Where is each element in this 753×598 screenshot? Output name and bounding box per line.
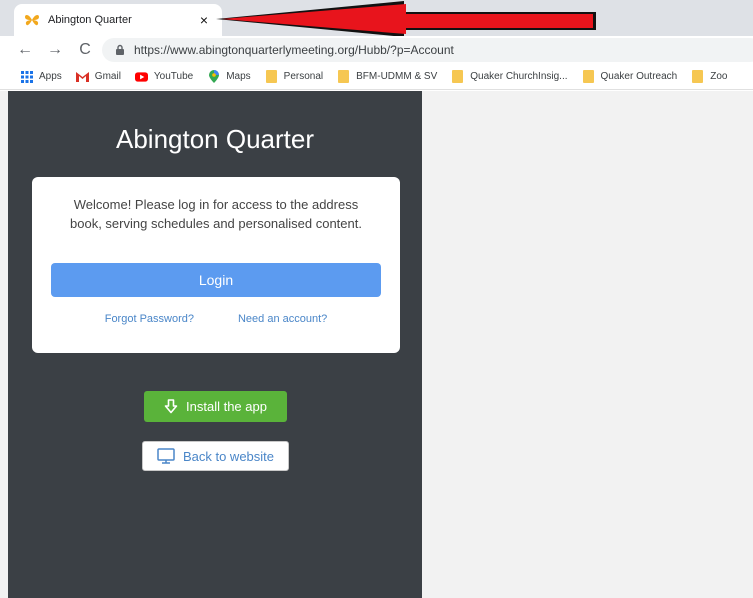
maps-icon bbox=[207, 70, 220, 83]
install-app-button[interactable]: Install the app bbox=[144, 391, 287, 422]
bookmark-gmail[interactable]: Gmail bbox=[75, 70, 121, 83]
login-button[interactable]: Login bbox=[51, 263, 381, 297]
folder-icon bbox=[691, 70, 704, 83]
butterfly-icon bbox=[24, 12, 40, 28]
folder-icon bbox=[582, 70, 595, 83]
download-arrow-icon bbox=[164, 399, 178, 414]
forward-arrow-icon[interactable]: → bbox=[44, 39, 66, 61]
bookmark-label: Quaker ChurchInsig... bbox=[470, 71, 568, 82]
reload-icon[interactable]: C bbox=[74, 39, 96, 61]
tab-title: Abington Quarter bbox=[48, 14, 132, 26]
bookmark-maps[interactable]: Maps bbox=[207, 70, 251, 83]
lock-icon bbox=[114, 44, 126, 56]
tab-close-icon[interactable]: × bbox=[196, 12, 212, 28]
browser-toolbar: ← → C https://www.abingtonquarterlymeeti… bbox=[0, 36, 753, 64]
back-arrow-icon[interactable]: ← bbox=[14, 39, 36, 61]
bookmark-label: BFM-UDMM & SV bbox=[356, 71, 438, 82]
bookmark-quaker-churchinsight[interactable]: Quaker ChurchInsig... bbox=[451, 70, 568, 83]
gmail-icon bbox=[75, 70, 89, 83]
bookmark-label: Quaker Outreach bbox=[600, 71, 678, 82]
folder-icon bbox=[451, 70, 464, 83]
apps-grid-icon bbox=[20, 70, 33, 83]
bookmark-label: Gmail bbox=[94, 71, 121, 82]
back-to-website-label: Back to website bbox=[182, 448, 275, 464]
address-bar[interactable]: https://www.abingtonquarterlymeeting.org… bbox=[102, 38, 753, 62]
bookmark-zoo[interactable]: Zoo bbox=[691, 70, 727, 83]
bookmark-label: Maps bbox=[226, 71, 251, 82]
bookmark-label: YouTube bbox=[153, 71, 194, 82]
youtube-icon bbox=[134, 70, 148, 83]
folder-icon bbox=[337, 70, 350, 83]
browser-tab[interactable]: Abington Quarter × bbox=[14, 4, 222, 36]
monitor-icon bbox=[157, 448, 175, 464]
bookmark-label: Zoo bbox=[710, 71, 728, 82]
site-title: Abington Quarter bbox=[115, 124, 314, 154]
bookmark-apps[interactable]: Apps bbox=[20, 70, 62, 83]
folder-icon bbox=[265, 70, 278, 83]
login-card: Welcome! Please log in for access to the… bbox=[32, 177, 400, 353]
bookmark-label: Apps bbox=[39, 71, 62, 82]
bookmark-personal[interactable]: Personal bbox=[265, 70, 323, 83]
bookmark-quaker-outreach[interactable]: Quaker Outreach bbox=[582, 70, 678, 83]
bookmarks-bar: Apps Gmail YouTube Maps Personal BFM-UDM… bbox=[0, 64, 753, 90]
bookmark-youtube[interactable]: YouTube bbox=[134, 70, 194, 83]
bookmark-bfm-udmm[interactable]: BFM-UDMM & SV bbox=[337, 70, 437, 83]
card-links: Forgot Password? Need an account? bbox=[32, 313, 400, 325]
url-text: https://www.abingtonquarterlymeeting.org… bbox=[134, 43, 454, 57]
bookmark-label: Personal bbox=[283, 71, 324, 82]
need-account-link[interactable]: Need an account? bbox=[238, 313, 327, 325]
back-to-website-button[interactable]: Back to website bbox=[142, 441, 289, 471]
page-viewport: Abington Quarter Welcome! Please log in … bbox=[0, 91, 753, 598]
forgot-password-link[interactable]: Forgot Password? bbox=[105, 313, 194, 325]
welcome-message: Welcome! Please log in for access to the… bbox=[70, 197, 362, 231]
tab-strip: Abington Quarter × bbox=[0, 0, 753, 36]
login-panel: Abington Quarter Welcome! Please log in … bbox=[8, 91, 422, 598]
install-app-label: Install the app bbox=[186, 399, 267, 414]
